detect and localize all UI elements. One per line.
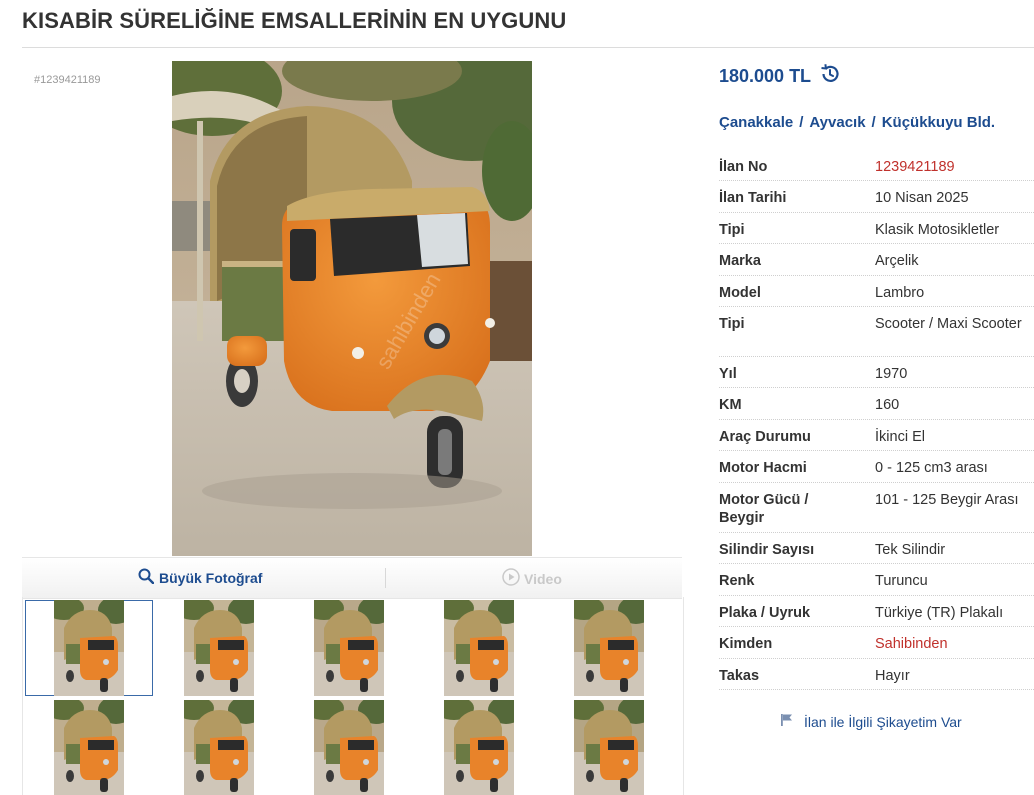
detail-row: Model Lambro [719, 276, 1034, 307]
detail-row: Kimden Sahibinden [719, 627, 1034, 659]
detail-value: 10 Nisan 2025 [875, 190, 969, 206]
detail-value: 1970 [875, 366, 908, 382]
detail-row: Araç Durumu İkinci El [719, 420, 1034, 451]
detail-label: Silindir Sayısı [719, 542, 815, 558]
detail-label: İlan No [719, 159, 768, 175]
magnifier-icon [138, 568, 155, 587]
thumbnail-image[interactable] [155, 700, 283, 795]
detail-row: Marka Arçelik [719, 244, 1034, 276]
big-photo-label: Büyük Fotoğraf [159, 569, 263, 586]
detail-row: Tipi Scooter / Maxi Scooter [719, 307, 1034, 357]
thumbnail-image[interactable] [285, 700, 413, 795]
thumbnail-image[interactable] [545, 600, 673, 696]
detail-row: Renk Turuncu [719, 564, 1034, 596]
price: 180.000 TL [719, 63, 841, 90]
detail-row: Tipi Klasik Motosikletler [719, 213, 1034, 244]
thumbnail-image[interactable] [25, 700, 153, 795]
video-label: Video [524, 570, 562, 587]
video-button[interactable]: Video [502, 568, 562, 589]
detail-value: İkinci El [875, 429, 925, 445]
location-district-link[interactable]: Ayvacık [809, 114, 865, 131]
detail-value: 1239421189 [875, 159, 955, 175]
detail-row: İlan No 1239421189 [719, 150, 1034, 181]
detail-label: Tipi [719, 222, 745, 238]
thumbnail-image[interactable] [415, 600, 543, 696]
detail-value: Turuncu [875, 573, 928, 589]
detail-value: Lambro [875, 285, 925, 301]
report-listing-link[interactable]: İlan ile İlgili Şikayetim Var [780, 713, 962, 730]
detail-label: Motor Hacmi [719, 460, 807, 476]
detail-label: Renk [719, 573, 755, 589]
detail-value: Scooter / Maxi Scooter [875, 316, 1022, 332]
main-photo[interactable]: sahibinden [172, 61, 532, 556]
detail-label: Plaka / Uyruk [719, 605, 811, 621]
thumbnail-image[interactable] [25, 600, 153, 696]
page-title: KISABİR SÜRELİĞİNE EMSALLERİNİN EN UYGUN… [22, 8, 567, 33]
detail-row: Silindir Sayısı Tek Silindir [719, 533, 1034, 564]
thumbnail-strip [22, 597, 684, 795]
detail-label: Takas [719, 668, 760, 684]
detail-value: 160 [875, 397, 900, 413]
detail-row: İlan Tarihi 10 Nisan 2025 [719, 181, 1034, 213]
detail-value: Arçelik [875, 253, 919, 269]
listing-details-table: İlan No 1239421189 İlan Tarihi 10 Nisan 202… [719, 150, 1034, 690]
location-city-link[interactable]: Çanakkale [719, 114, 793, 131]
detail-label: Araç Durumu [719, 429, 811, 445]
flag-icon [780, 713, 794, 730]
price-value: 180.000 TL [719, 66, 812, 86]
location-neighborhood-link[interactable]: Küçükkuyu Bld. [882, 114, 995, 131]
detail-value: Hayır [875, 668, 910, 684]
detail-value: Klasik Motosikletler [875, 222, 1000, 238]
report-label: İlan ile İlgili Şikayetim Var [804, 713, 962, 730]
detail-value: Tek Silindir [875, 542, 946, 558]
detail-label: Kimden [719, 636, 773, 652]
detail-label: İlan Tarihi [719, 190, 787, 206]
detail-label: Model [719, 285, 761, 301]
detail-label: Motor Gücü / Beygir [719, 492, 809, 526]
thumbnail-image[interactable] [545, 700, 673, 795]
detail-row: Yıl 1970 [719, 357, 1034, 388]
detail-value: Türkiye (TR) Plakalı [875, 605, 1004, 621]
thumbnail-image[interactable] [155, 600, 283, 696]
detail-label: KM [719, 397, 742, 413]
action-divider [385, 568, 386, 588]
title-divider [22, 47, 1034, 48]
detail-value: 0 - 125 cm3 arası [875, 460, 988, 476]
detail-value: Sahibinden [875, 636, 948, 652]
play-circle-icon [502, 568, 520, 589]
thumbnail-image[interactable] [285, 600, 413, 696]
detail-label: Marka [719, 253, 761, 269]
detail-value: 101 - 125 Beygir Arası [875, 492, 1019, 508]
location-breadcrumb: Çanakkale / Ayvacık / Küçükkuyu Bld. [719, 114, 995, 131]
detail-label: Yıl [719, 366, 737, 382]
detail-row: KM 160 [719, 388, 1034, 420]
photo-action-bar: Büyük Fotoğraf Video [22, 557, 682, 599]
detail-row: Motor Gücü / Beygir 101 - 125 Beygir Aras… [719, 483, 1034, 533]
detail-row: Plaka / Uyruk Türkiye (TR) Plakalı [719, 596, 1034, 627]
detail-row: Motor Hacmi 0 - 125 cm3 arası [719, 451, 1034, 483]
listing-id-label: #1239421189 [34, 74, 101, 86]
breadcrumb-separator: / [799, 114, 804, 131]
history-icon[interactable] [819, 63, 841, 90]
thumbnail-image[interactable] [415, 700, 543, 795]
breadcrumb-separator: / [871, 114, 876, 131]
detail-label: Tipi [719, 316, 745, 332]
big-photo-button[interactable]: Büyük Fotoğraf [138, 568, 262, 587]
detail-row: Takas Hayır [719, 659, 1034, 690]
